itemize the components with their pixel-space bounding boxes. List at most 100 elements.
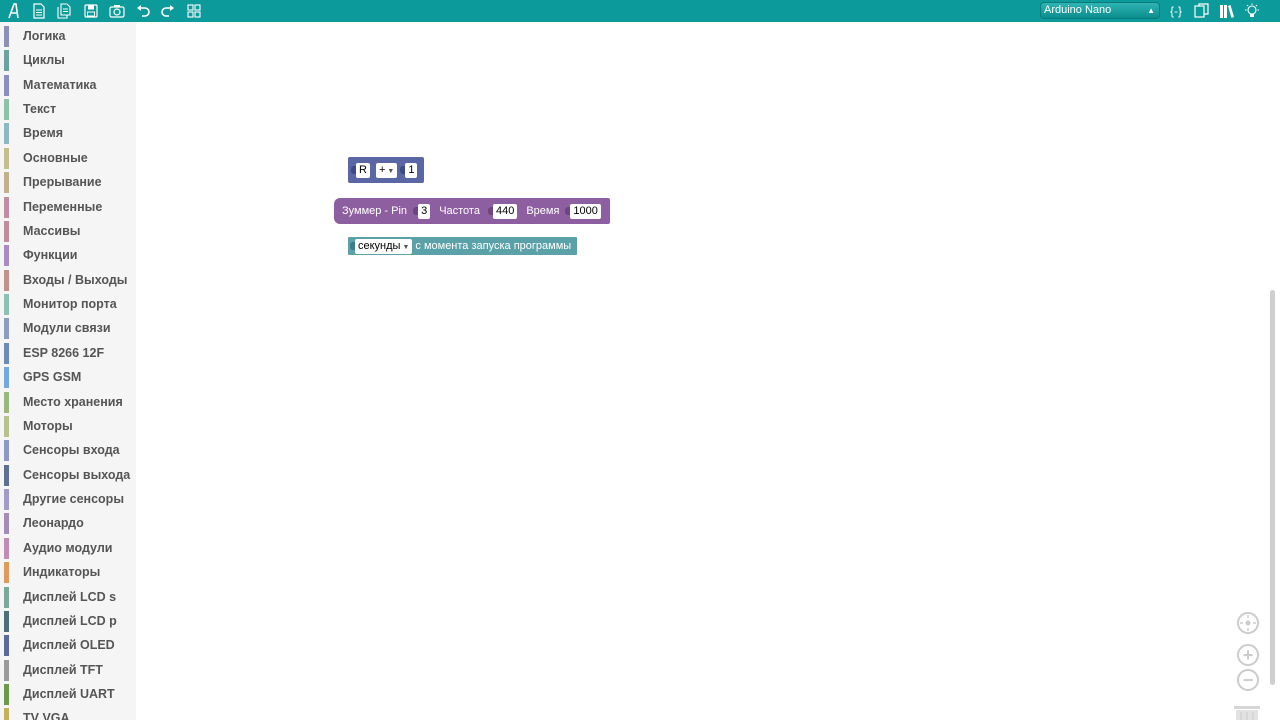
blockly-workspace[interactable]	[136, 22, 1280, 720]
sidebar-category-item[interactable]: Сенсоры входа	[0, 438, 136, 462]
buzzer-freq-field[interactable]: 440	[492, 203, 518, 219]
open-file-icon[interactable]	[55, 2, 73, 20]
buzzer-time-field[interactable]: 1000	[570, 203, 601, 219]
grid-icon[interactable]	[185, 2, 203, 20]
save-icon[interactable]	[82, 2, 100, 20]
math-op-dropdown[interactable]: + ▼	[375, 162, 398, 178]
category-label: Массивы	[23, 223, 81, 238]
workspace-scrollbar[interactable]	[1270, 290, 1275, 685]
sidebar-category-item[interactable]: GPS GSM	[0, 365, 136, 389]
sidebar-category-item[interactable]: Место хранения	[0, 390, 136, 414]
category-label: Другие сенсоры	[23, 492, 124, 507]
category-label: Текст	[23, 102, 57, 117]
sidebar-category-item[interactable]: Текст	[0, 97, 136, 121]
category-color-bar	[4, 562, 9, 584]
sidebar-category-item[interactable]: Дисплей UART	[0, 682, 136, 706]
category-label: Место хранения	[23, 394, 123, 409]
category-label: Дисплей OLED	[23, 638, 115, 653]
sidebar-category-item[interactable]: Входы / Выходы	[0, 268, 136, 292]
math-value-field[interactable]: 1	[405, 162, 418, 178]
category-label: Логика	[23, 29, 66, 43]
sidebar-category-item[interactable]: Сенсоры выхода	[0, 463, 136, 487]
undo-icon[interactable]	[134, 2, 152, 20]
category-label: Сенсоры входа	[23, 443, 120, 458]
sidebar-category-item[interactable]: Логика	[0, 24, 136, 48]
sidebar-category-item[interactable]: Прерывание	[0, 170, 136, 194]
sidebar-category-item[interactable]: Индикаторы	[0, 560, 136, 584]
category-color-bar	[4, 635, 9, 657]
millis-label: с момента запуска программы	[415, 240, 572, 252]
logo-icon[interactable]	[5, 2, 23, 20]
sidebar-category-item[interactable]: Дисплей TFT	[0, 658, 136, 682]
category-color-bar	[4, 342, 9, 364]
category-label: Монитор порта	[23, 297, 117, 312]
sidebar-category-item[interactable]: Циклы	[0, 48, 136, 72]
category-color-bar	[4, 683, 9, 705]
code-braces-icon[interactable]: {-}	[1166, 2, 1186, 20]
category-color-bar	[4, 147, 9, 169]
category-label: ESP 8266 12F	[23, 345, 105, 360]
sidebar-category-item[interactable]: Моторы	[0, 414, 136, 438]
category-color-bar	[4, 415, 9, 437]
screenshot-icon[interactable]	[108, 2, 126, 20]
sidebar-category-item[interactable]: Дисплей LCD s	[0, 585, 136, 609]
sidebar-category-item[interactable]: Математика	[0, 73, 136, 97]
category-label: Сенсоры выхода	[23, 467, 131, 482]
target-icon[interactable]	[1237, 612, 1259, 634]
category-label: Время	[23, 126, 63, 141]
millis-unit-dropdown[interactable]: секунды ▼	[355, 238, 413, 254]
category-color-bar	[4, 367, 9, 389]
category-color-bar	[4, 391, 9, 413]
category-color-bar	[4, 708, 9, 720]
buzzer-pin-field[interactable]: 3	[418, 203, 431, 219]
category-label: Модули связи	[23, 321, 111, 336]
sidebar-category-item[interactable]: Модули связи	[0, 316, 136, 340]
category-label: Дисплей TFT	[23, 662, 103, 677]
code-braces-label: {-}	[1169, 4, 1182, 18]
category-label: Входы / Выходы	[23, 272, 128, 287]
sidebar-category-item[interactable]: Основные	[0, 146, 136, 170]
category-color-bar	[4, 464, 9, 486]
buzzer-block[interactable]: Зуммер - Pin 3 Частота 440 Время 1000	[334, 198, 610, 224]
sidebar-category-item[interactable]: Другие сенсоры	[0, 487, 136, 511]
sidebar-category-item[interactable]: Дисплей OLED	[0, 633, 136, 657]
category-color-bar	[4, 586, 9, 608]
category-color-bar	[4, 610, 9, 632]
board-select[interactable]: Arduino Nano ▲	[1040, 2, 1160, 19]
sidebar-category-item[interactable]: Функции	[0, 243, 136, 267]
category-color-bar	[4, 172, 9, 194]
sidebar-category-item[interactable]: Монитор порта	[0, 292, 136, 316]
category-label: Дисплей LCD s	[23, 589, 117, 604]
millis-block[interactable]: секунды ▼ с момента запуска программы	[348, 237, 578, 255]
category-color-bar	[4, 74, 9, 96]
math-arithmetic-block[interactable]: R + ▼ 1	[348, 157, 425, 183]
category-color-bar	[4, 99, 9, 121]
select-caret-icon: ▲	[1147, 6, 1155, 15]
sidebar-category-item[interactable]: Дисплей LCD p	[0, 609, 136, 633]
zoom-in-label: +	[1242, 645, 1254, 665]
math-op-value: +	[378, 163, 386, 176]
category-color-bar	[4, 50, 9, 72]
redo-icon[interactable]	[159, 2, 177, 20]
library-icon[interactable]	[1218, 2, 1236, 20]
copy-icon[interactable]	[1193, 2, 1211, 20]
category-color-bar	[4, 294, 9, 316]
sidebar-category-item[interactable]: TV VGA	[0, 706, 136, 720]
sidebar-category-item[interactable]: Переменные	[0, 195, 136, 219]
lightbulb-icon[interactable]	[1243, 2, 1261, 20]
category-color-bar	[4, 440, 9, 462]
category-label: Математика	[23, 77, 97, 92]
zoom-out-icon[interactable]: −	[1237, 669, 1259, 691]
sidebar-category-item[interactable]: Время	[0, 121, 136, 145]
new-file-icon[interactable]	[30, 2, 48, 20]
sidebar-category-item[interactable]: Массивы	[0, 219, 136, 243]
math-var-field[interactable]: R	[356, 162, 370, 178]
trash-icon[interactable]	[1232, 704, 1262, 720]
toolbar: Arduino Nano ▲ {-}	[0, 0, 1280, 22]
buzzer-label: Зуммер - Pin	[342, 205, 408, 217]
sidebar-category-item[interactable]: ESP 8266 12F	[0, 341, 136, 365]
zoom-in-icon[interactable]: +	[1237, 644, 1259, 666]
sidebar-category-item[interactable]: Леонардо	[0, 511, 136, 535]
sidebar-category-item[interactable]: Аудио модули	[0, 536, 136, 560]
buzzer-time-label: Время	[526, 205, 560, 217]
